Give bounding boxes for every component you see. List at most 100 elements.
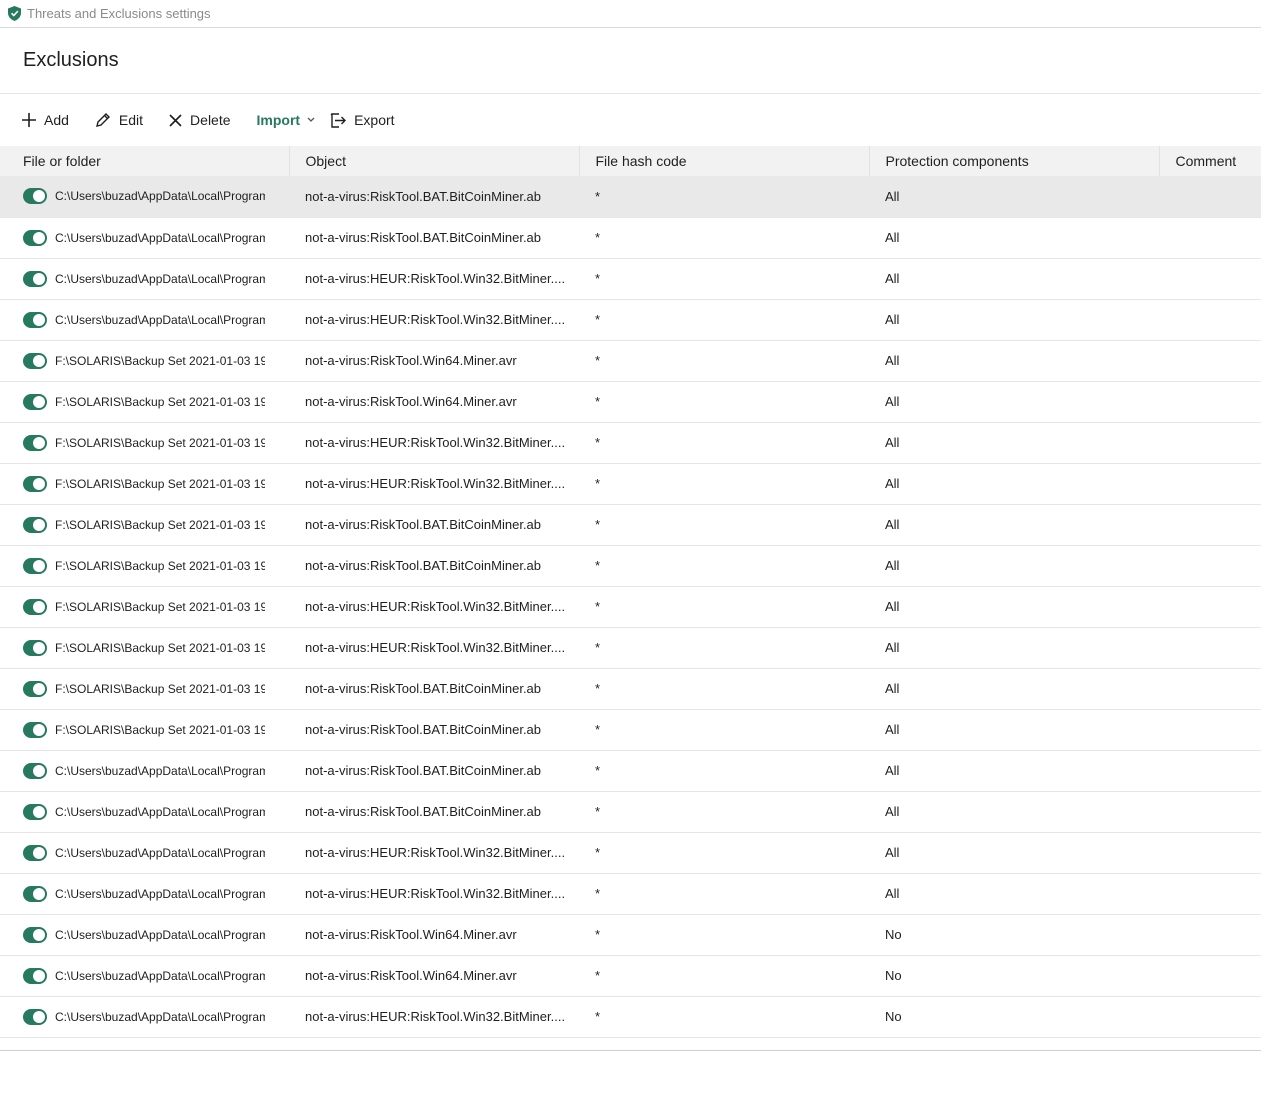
table-header-row: File or folder Object File hash code Pro…: [0, 146, 1261, 176]
enabled-toggle[interactable]: [23, 393, 47, 410]
hash-cell: *: [595, 927, 601, 942]
components-cell: All: [885, 394, 900, 409]
enabled-toggle[interactable]: [23, 803, 47, 820]
hash-cell: *: [595, 804, 601, 819]
file-path: F:\SOLARIS\Backup Set 2021-01-03 190: [55, 722, 265, 737]
components-cell: All: [885, 886, 900, 901]
table-row[interactable]: F:\SOLARIS\Backup Set 2021-01-03 190 not-…: [0, 627, 1261, 668]
column-header-file[interactable]: File or folder: [0, 146, 289, 176]
table-bottom-divider: [0, 1050, 1261, 1051]
table-row[interactable]: C:\Users\buzad\AppData\Local\Program not-…: [0, 217, 1261, 258]
delete-button[interactable]: Delete: [169, 112, 231, 128]
export-button[interactable]: Export: [329, 112, 395, 129]
table-row[interactable]: C:\Users\buzad\AppData\Local\Program not-…: [0, 750, 1261, 791]
components-cell: All: [885, 188, 900, 204]
table-row[interactable]: F:\SOLARIS\Backup Set 2021-01-03 190 not-…: [0, 463, 1261, 504]
table-row[interactable]: F:\SOLARIS\Backup Set 2021-01-03 190 not-…: [0, 586, 1261, 627]
exclusions-table: File or folder Object File hash code Pro…: [0, 146, 1261, 1038]
add-button[interactable]: Add: [22, 112, 69, 128]
comment-cell: [1159, 668, 1261, 709]
object-cell: not-a-virus:HEUR:RiskTool.Win32.BitMiner…: [289, 627, 579, 668]
file-path: F:\SOLARIS\Backup Set 2021-01-03 190: [55, 681, 265, 696]
file-path: F:\SOLARIS\Backup Set 2021-01-03 190: [55, 517, 265, 532]
file-cell: F:\SOLARIS\Backup Set 2021-01-03 190: [0, 545, 289, 586]
hash-cell: *: [595, 845, 601, 860]
components-cell: All: [885, 271, 900, 286]
enabled-toggle[interactable]: [23, 475, 47, 492]
enabled-toggle[interactable]: [23, 557, 47, 574]
column-header-components[interactable]: Protection components: [868, 146, 1159, 176]
enabled-toggle[interactable]: [23, 967, 47, 984]
object-name: not-a-virus:RiskTool.BAT.BitCoinMiner.ab: [305, 722, 542, 737]
object-name: not-a-virus:RiskTool.BAT.BitCoinMiner.ab: [305, 558, 542, 573]
import-dropdown[interactable]: Import: [257, 112, 316, 128]
enabled-toggle[interactable]: [23, 434, 47, 451]
enabled-toggle[interactable]: [23, 721, 47, 738]
hash-cell: *: [595, 640, 601, 655]
enabled-toggle[interactable]: [23, 762, 47, 779]
enabled-toggle[interactable]: [23, 311, 47, 328]
export-icon: [330, 112, 347, 128]
table-row[interactable]: C:\Users\buzad\AppData\Local\Program not-…: [0, 791, 1261, 832]
table-row[interactable]: C:\Users\buzad\AppData\Local\Program not-…: [0, 299, 1261, 340]
file-cell-content: C:\Users\buzad\AppData\Local\Program: [23, 762, 289, 779]
table-row[interactable]: C:\Users\buzad\AppData\Local\Program not-…: [0, 832, 1261, 873]
components-cell: All: [885, 763, 900, 778]
file-cell: C:\Users\buzad\AppData\Local\Program: [0, 873, 289, 914]
enabled-toggle[interactable]: [23, 229, 47, 246]
file-path: C:\Users\buzad\AppData\Local\Program: [55, 763, 265, 778]
table-row[interactable]: C:\Users\buzad\AppData\Local\Program not-…: [0, 955, 1261, 996]
table-row[interactable]: C:\Users\buzad\AppData\Local\Program not-…: [0, 873, 1261, 914]
table-row[interactable]: F:\SOLARIS\Backup Set 2021-01-03 190 not-…: [0, 668, 1261, 709]
object-cell: not-a-virus:RiskTool.BAT.BitCoinMiner.ab: [289, 791, 579, 832]
hash-cell: *: [595, 517, 601, 532]
table-row[interactable]: F:\SOLARIS\Backup Set 2021-01-03 190 not-…: [0, 545, 1261, 586]
file-cell-content: C:\Users\buzad\AppData\Local\Program: [23, 188, 289, 205]
table-row[interactable]: F:\SOLARIS\Backup Set 2021-01-03 190 not-…: [0, 709, 1261, 750]
file-cell-content: C:\Users\buzad\AppData\Local\Program: [23, 803, 289, 820]
hash-cell: *: [595, 230, 601, 245]
object-cell: not-a-virus:HEUR:RiskTool.Win32.BitMiner…: [289, 832, 579, 873]
enabled-toggle[interactable]: [23, 885, 47, 902]
enabled-toggle[interactable]: [23, 680, 47, 697]
object-name: not-a-virus:RiskTool.BAT.BitCoinMiner.ab: [305, 763, 542, 778]
table-row[interactable]: C:\Users\buzad\AppData\Local\Program not-…: [0, 914, 1261, 955]
object-name: not-a-virus:HEUR:RiskTool.Win32.BitMiner…: [305, 312, 566, 327]
column-header-hash[interactable]: File hash code: [578, 146, 869, 176]
hash-cell: *: [595, 476, 601, 491]
file-path: F:\SOLARIS\Backup Set 2021-01-03 190: [55, 476, 265, 491]
comment-cell: [1159, 299, 1261, 340]
components-cell: All: [885, 435, 900, 450]
table-row[interactable]: C:\Users\buzad\AppData\Local\Program not-…: [0, 996, 1261, 1037]
table-row[interactable]: F:\SOLARIS\Backup Set 2021-01-03 190 not-…: [0, 381, 1261, 422]
file-path: C:\Users\buzad\AppData\Local\Program: [55, 230, 265, 245]
table-row[interactable]: F:\SOLARIS\Backup Set 2021-01-03 190 not-…: [0, 340, 1261, 381]
edit-button[interactable]: Edit: [95, 112, 143, 128]
column-header-object[interactable]: Object: [288, 146, 579, 176]
table-row[interactable]: F:\SOLARIS\Backup Set 2021-01-03 190 not-…: [0, 504, 1261, 545]
comment-cell: [1159, 914, 1261, 955]
file-cell: C:\Users\buzad\AppData\Local\Program: [0, 955, 289, 996]
enabled-toggle[interactable]: [23, 352, 47, 369]
enabled-toggle[interactable]: [23, 1008, 47, 1025]
file-path: F:\SOLARIS\Backup Set 2021-01-03 190: [55, 599, 265, 614]
hash-cell: *: [595, 722, 601, 737]
table-row[interactable]: C:\Users\buzad\AppData\Local\Program not-…: [0, 258, 1261, 299]
enabled-toggle[interactable]: [23, 270, 47, 287]
comment-cell: [1159, 996, 1261, 1037]
enabled-toggle[interactable]: [23, 516, 47, 533]
components-cell: All: [885, 476, 900, 491]
enabled-toggle[interactable]: [23, 844, 47, 861]
hash-cell: *: [595, 271, 601, 286]
comment-cell: [1159, 217, 1261, 258]
enabled-toggle[interactable]: [23, 188, 47, 205]
file-cell-content: F:\SOLARIS\Backup Set 2021-01-03 190: [23, 557, 289, 574]
enabled-toggle[interactable]: [23, 598, 47, 615]
table-row[interactable]: C:\Users\buzad\AppData\Local\Program not-…: [0, 176, 1261, 217]
table-row[interactable]: F:\SOLARIS\Backup Set 2021-01-03 190 not-…: [0, 422, 1261, 463]
enabled-toggle[interactable]: [23, 639, 47, 656]
enabled-toggle[interactable]: [23, 926, 47, 943]
file-cell-content: F:\SOLARIS\Backup Set 2021-01-03 190: [23, 475, 289, 492]
window-title: Threats and Exclusions settings: [27, 6, 211, 21]
column-header-comment[interactable]: Comment: [1158, 146, 1261, 176]
